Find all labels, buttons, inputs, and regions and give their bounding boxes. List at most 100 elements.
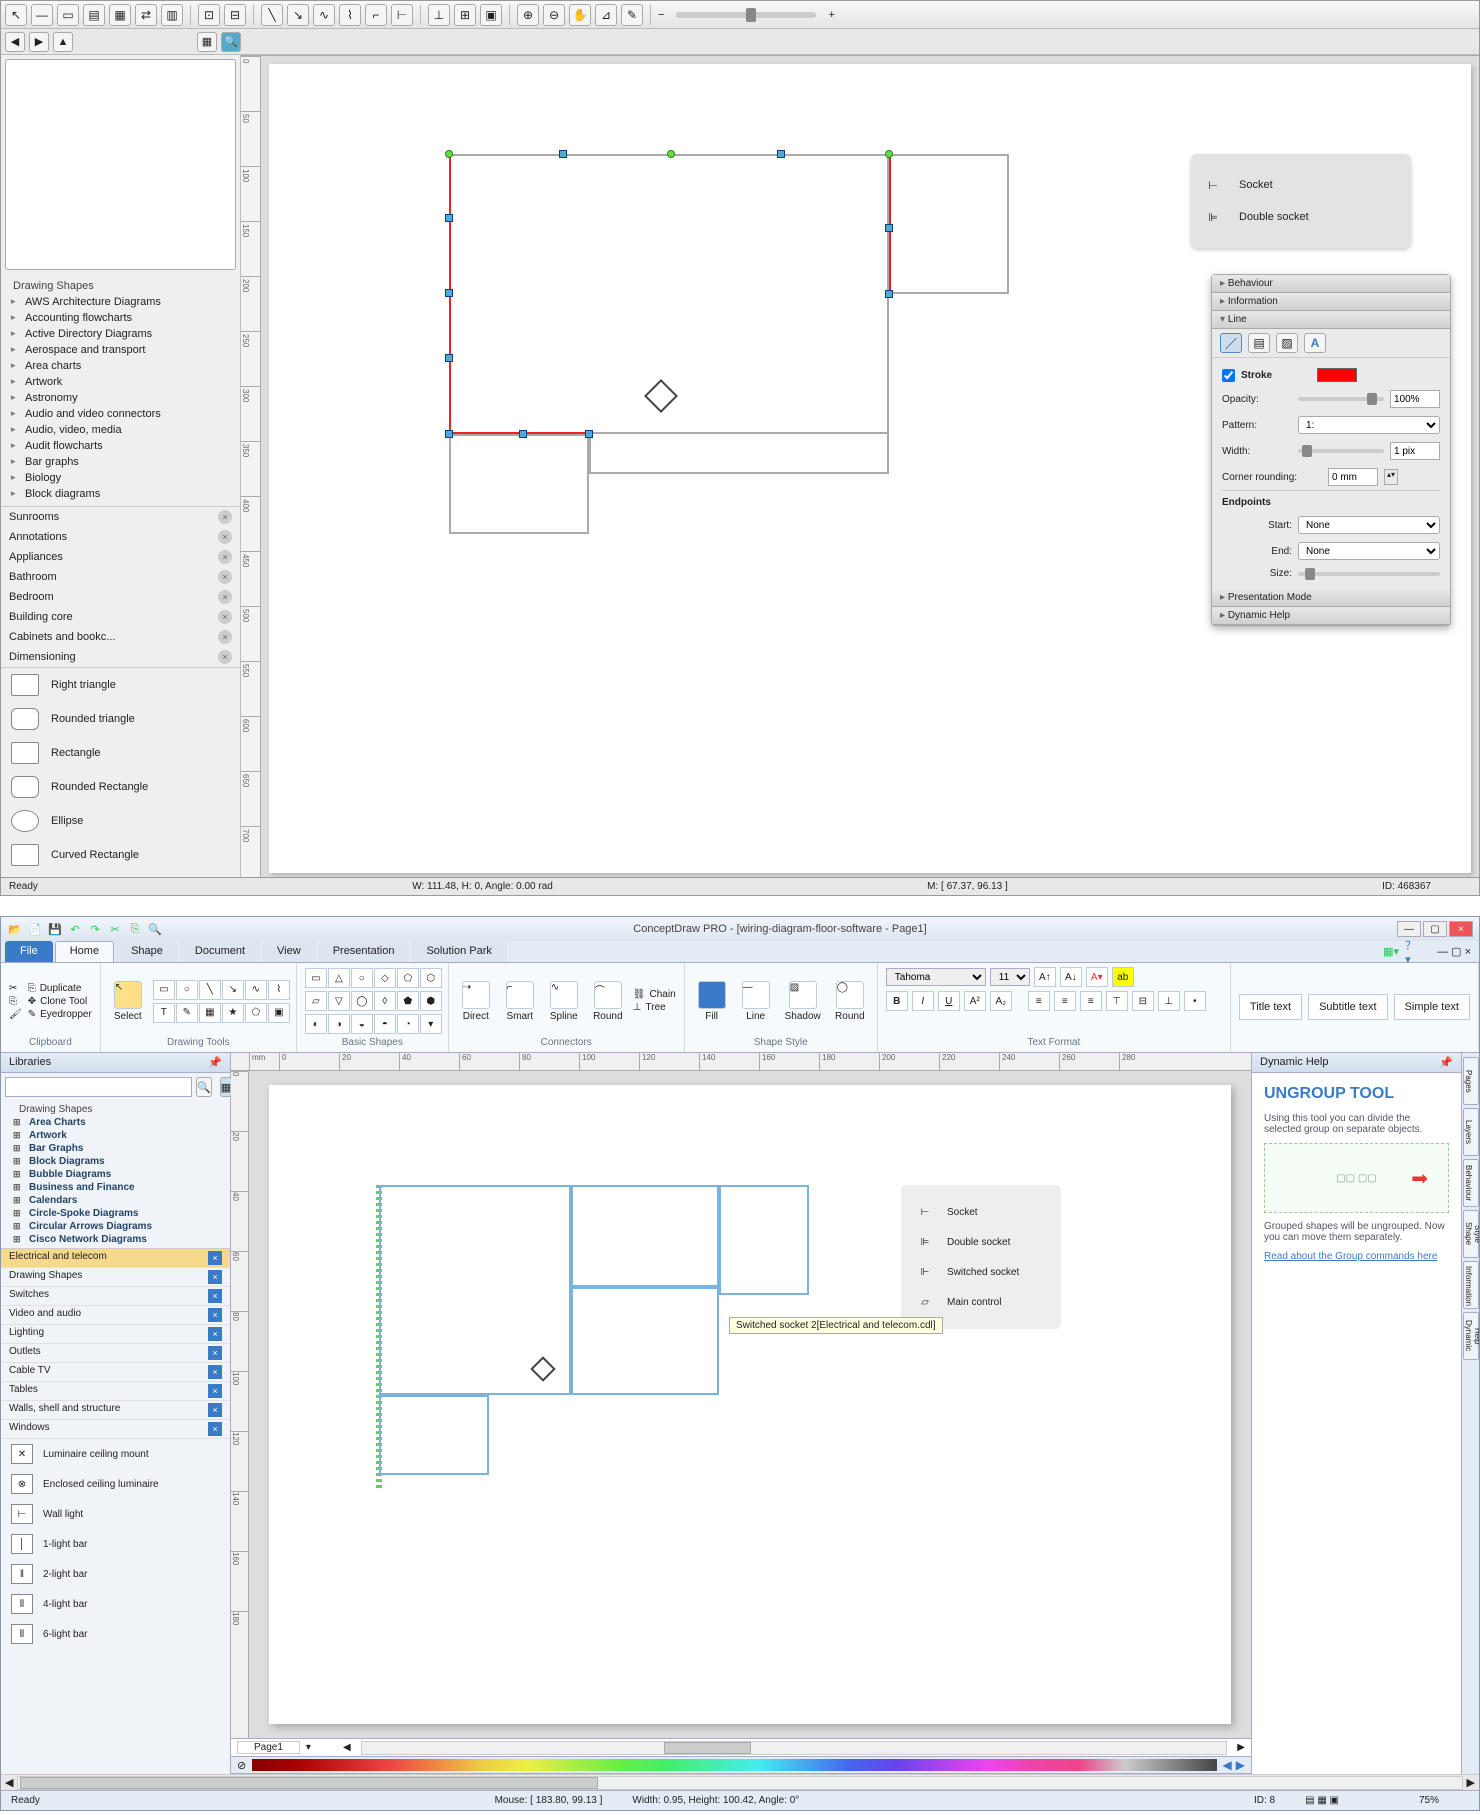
properties-panel[interactable]: Behaviour Information Line ／ ▤ ▨ A Strok… — [1211, 274, 1451, 626]
bs-10[interactable]: ◊ — [374, 991, 396, 1011]
tree-item[interactable]: Area Charts — [1, 1116, 230, 1129]
rail-information[interactable]: Information — [1463, 1261, 1479, 1309]
subscript-button[interactable]: A₂ — [990, 991, 1012, 1011]
loaded-lib[interactable]: Appliances× — [1, 547, 240, 567]
tab-menu[interactable]: ▾ — [306, 1742, 311, 1753]
corner-field[interactable] — [1328, 468, 1378, 486]
dt-pen[interactable]: ✎ — [176, 1003, 198, 1023]
shape-list[interactable]: Right triangle Rounded triangle Rectangl… — [1, 668, 240, 877]
zoom-slider[interactable] — [676, 12, 816, 18]
zoom-minus-icon[interactable]: − — [658, 9, 664, 21]
tree-item[interactable]: Cisco Network Diagrams — [1, 1233, 230, 1246]
dt-ellipse[interactable]: ○ — [176, 980, 198, 1000]
shadow-tab[interactable]: ▨ — [1276, 333, 1298, 353]
bs-1[interactable]: ▭ — [305, 968, 327, 988]
bs-3[interactable]: ○ — [351, 968, 373, 988]
dt-spline[interactable]: ⌇ — [268, 980, 290, 1000]
start-select[interactable]: None — [1298, 516, 1440, 534]
shape-item[interactable]: Rectangle — [1, 736, 240, 770]
close-icon[interactable]: × — [218, 590, 232, 604]
category-item[interactable]: Area charts — [1, 358, 240, 374]
loaded-lib[interactable]: Cable TV× — [1, 1363, 230, 1382]
bs-5[interactable]: ⬠ — [397, 968, 419, 988]
font-select[interactable]: Tahoma — [886, 968, 986, 986]
shape-item[interactable]: Right triangle — [1, 668, 240, 702]
category-item[interactable]: Aerospace and transport — [1, 342, 240, 358]
props-section-information[interactable]: Information — [1212, 293, 1450, 311]
tree-item[interactable]: Block Diagrams — [1, 1155, 230, 1168]
pattern-select[interactable]: 1: — [1298, 416, 1440, 434]
shape-item[interactable]: Rounded Rectangle — [1, 770, 240, 804]
tree-item[interactable]: Circle-Spoke Diagrams — [1, 1207, 230, 1220]
view-icons[interactable]: ▤ ▦ ▣ — [1305, 1795, 1339, 1806]
rail-behaviour[interactable]: Behaviour — [1463, 1159, 1479, 1207]
loaded-lib[interactable]: Lighting× — [1, 1325, 230, 1344]
tab-shape[interactable]: Shape — [116, 941, 178, 962]
end-select[interactable]: None — [1298, 542, 1440, 560]
eyedropper-button[interactable]: ✎Eyedropper — [28, 1009, 92, 1020]
font-color[interactable]: A▾ — [1086, 967, 1108, 987]
loaded-lib[interactable]: Cabinets and bookc...× — [1, 627, 240, 647]
close-icon[interactable]: × — [218, 610, 232, 624]
shape-item[interactable]: ⦀4-light bar — [1, 1589, 230, 1619]
duplicate-button[interactable]: ⎘Duplicate — [28, 983, 92, 994]
loaded-lib[interactable]: Drawing Shapes× — [1, 1268, 230, 1287]
line-tab[interactable]: ／ — [1220, 333, 1242, 353]
scroll-right[interactable]: ▶ — [1237, 1742, 1245, 1753]
props-section-line[interactable]: Line — [1212, 311, 1450, 329]
view-mode-icon[interactable]: ▦▾ — [1383, 944, 1399, 960]
select-tool[interactable]: ↖Select — [109, 979, 147, 1024]
close-icon[interactable]: × — [208, 1403, 222, 1417]
tree-item[interactable]: Artwork — [1, 1129, 230, 1142]
align-top[interactable]: ⊤ — [1106, 991, 1128, 1011]
conn-round[interactable]: ⌒Round — [589, 979, 627, 1024]
close-icon[interactable]: × — [218, 510, 232, 524]
close-icon[interactable]: × — [208, 1384, 222, 1398]
props-section-presentation[interactable]: Presentation Mode — [1212, 589, 1450, 607]
view-search-button[interactable]: 🔍 — [221, 32, 241, 52]
tool-table[interactable]: ▥ — [161, 4, 183, 26]
close-icon[interactable]: × — [208, 1289, 222, 1303]
tool-connect[interactable]: ⇄ — [135, 4, 157, 26]
close-button[interactable]: × — [1449, 921, 1473, 937]
loaded-lib[interactable]: Switches× — [1, 1287, 230, 1306]
tool-front[interactable]: ▣ — [480, 4, 502, 26]
conn-direct[interactable]: ⇢Direct — [457, 979, 495, 1024]
close-icon[interactable]: × — [218, 650, 232, 664]
loaded-lib[interactable]: Bedroom× — [1, 587, 240, 607]
bs-18[interactable]: ▾ — [420, 1014, 442, 1034]
bs-4[interactable]: ◇ — [374, 968, 396, 988]
loaded-lib[interactable]: Walls, shell and structure× — [1, 1401, 230, 1420]
conn-smart[interactable]: ⌐Smart — [501, 979, 539, 1024]
loaded-lib[interactable]: Video and audio× — [1, 1306, 230, 1325]
category-item[interactable]: Audio and video connectors — [1, 406, 240, 422]
libraries-scrollbar[interactable]: ◀▶ — [1, 1774, 1479, 1790]
tool-page[interactable]: ▤ — [83, 4, 105, 26]
conn-chain[interactable]: ⛓Chain — [633, 989, 676, 1000]
no-color-icon[interactable]: ⊘ — [237, 1759, 246, 1772]
loaded-lib[interactable]: Tables× — [1, 1382, 230, 1401]
opacity-field[interactable] — [1390, 390, 1440, 408]
underline-button[interactable]: U — [938, 991, 960, 1011]
bs-8[interactable]: ▽ — [328, 991, 350, 1011]
shape-item[interactable]: │1-light bar — [1, 1529, 230, 1559]
category-item[interactable]: Audio, video, media — [1, 422, 240, 438]
minimize-button[interactable]: — — [1397, 921, 1421, 937]
tool-zoom-out[interactable]: ⊖ — [543, 4, 565, 26]
bs-14[interactable]: ◑ — [328, 1014, 350, 1034]
category-item[interactable]: Audit flowcharts — [1, 438, 240, 454]
close-icon[interactable]: × — [208, 1327, 222, 1341]
close-icon[interactable]: × — [208, 1308, 222, 1322]
page-tab[interactable]: Page1 — [237, 1741, 300, 1754]
qat-open[interactable]: 📂 — [7, 921, 23, 937]
props-section-behaviour[interactable]: Behaviour — [1212, 275, 1450, 293]
loaded-lib-active[interactable]: Electrical and telecom× — [1, 1249, 230, 1268]
tool-corner[interactable]: ⌐ — [365, 4, 387, 26]
palette-next[interactable]: ▶ — [1236, 1758, 1245, 1772]
style-line[interactable]: —Line — [737, 979, 775, 1024]
dt-line[interactable]: ╲ — [199, 980, 221, 1000]
dt-rect[interactable]: ▭ — [153, 980, 175, 1000]
tool-zoom-in[interactable]: ⊕ — [517, 4, 539, 26]
size-slider[interactable] — [1298, 572, 1440, 576]
tool-hline[interactable]: ⊢ — [391, 4, 413, 26]
